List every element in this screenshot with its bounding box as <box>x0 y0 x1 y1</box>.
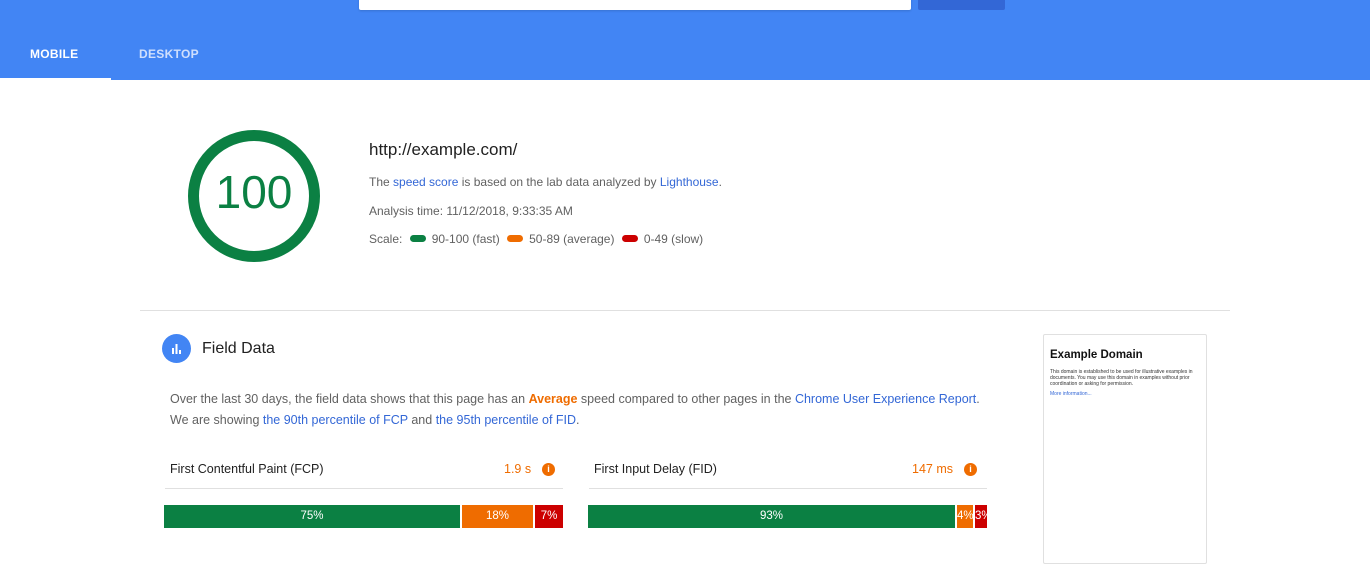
fid-divider <box>589 488 987 489</box>
top-bar: MOBILE DESKTOP <box>0 0 1370 80</box>
tab-desktop[interactable]: DESKTOP <box>139 47 199 61</box>
average-pill-icon <box>507 235 524 243</box>
fid-segment-fast: 93% <box>588 505 955 528</box>
fid-percentile-link[interactable]: the 95th percentile of FID <box>436 413 576 427</box>
thumbnail-title: Example Domain <box>1050 349 1143 361</box>
fcp-distribution-bar: 75% 18% 7% <box>164 505 563 528</box>
score-scale: Scale: 90-100 (fast) 50-89 (average) 0-4… <box>369 232 703 246</box>
fcp-segment-avg: 18% <box>462 505 533 528</box>
active-tab-indicator <box>0 78 111 80</box>
fast-pill-icon <box>409 235 426 243</box>
desc-text: is based on the lab data analyzed by <box>458 175 660 189</box>
scale-average: 50-89 (average) <box>529 232 615 246</box>
fid-distribution-bar: 93%4%3% <box>588 505 987 528</box>
fcp-divider <box>165 488 563 489</box>
tab-mobile[interactable]: MOBILE <box>30 47 78 61</box>
fid-value: 147 ms <box>912 462 953 476</box>
desc-text: and <box>407 413 436 427</box>
slow-pill-icon <box>621 235 638 243</box>
field-data-description: Over the last 30 days, the field data sh… <box>170 389 990 431</box>
fid-label: First Input Delay (FID) <box>594 462 717 476</box>
desc-text: . <box>718 175 722 189</box>
analyze-button[interactable] <box>918 0 1005 10</box>
fcp-value: 1.9 s <box>504 462 532 476</box>
desc-text: Over the last 30 days, the field data sh… <box>170 392 529 406</box>
scale-label: Scale: <box>369 232 403 246</box>
thumbnail-body: This domain is established to be used fo… <box>1050 369 1193 387</box>
url-input[interactable] <box>359 0 911 10</box>
fcp-segment-slow: 7% <box>535 505 563 528</box>
scale-slow: 0-49 (slow) <box>643 232 704 246</box>
fid-segment-slow: 3% <box>975 505 987 528</box>
fcp-percentile-link[interactable]: the 90th percentile of FCP <box>263 413 408 427</box>
field-data-title: Field Data <box>202 340 275 357</box>
bar-chart-icon <box>162 334 191 363</box>
speed-score-description: The speed score is based on the lab data… <box>369 175 722 189</box>
desc-text: . <box>576 413 580 427</box>
lighthouse-link[interactable]: Lighthouse <box>660 175 719 189</box>
desc-text: The <box>369 175 394 189</box>
speed-category: Average <box>528 392 578 406</box>
analyzed-url: http://example.com/ <box>369 140 518 159</box>
fcp-info-icon[interactable]: i <box>542 463 555 476</box>
section-divider <box>140 310 1230 311</box>
speed-score-link[interactable]: speed score <box>393 175 458 189</box>
fcp-segment-fast: 75% <box>164 505 460 528</box>
crux-report-link[interactable]: Chrome User Experience Report <box>795 392 976 406</box>
fid-info-icon[interactable]: i <box>964 463 977 476</box>
fcp-label: First Contentful Paint (FCP) <box>170 462 324 476</box>
analysis-time: Analysis time: 11/12/2018, 9:33:35 AM <box>369 204 573 218</box>
score-value: 100 <box>215 166 293 218</box>
scale-fast: 90-100 (fast) <box>431 232 500 246</box>
thumbnail-link: More information... <box>1050 391 1092 397</box>
desc-text: speed compared to other pages in the <box>577 392 795 406</box>
page-screenshot-thumbnail: Example Domain This domain is establishe… <box>1043 334 1207 564</box>
fid-segment-avg: 4% <box>957 505 973 528</box>
